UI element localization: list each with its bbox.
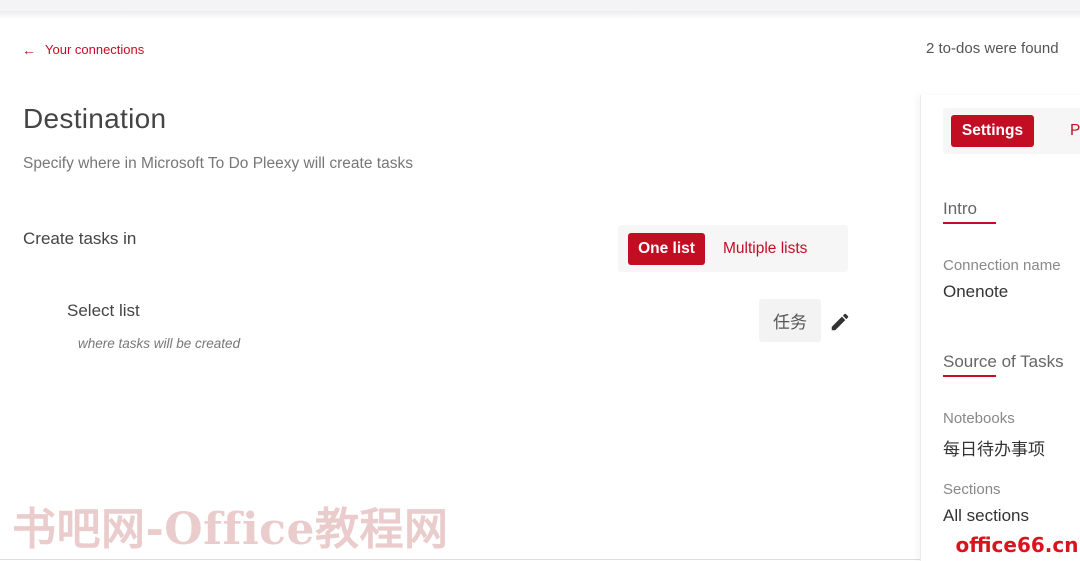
- list-mode-toggle: One list Multiple lists: [618, 225, 848, 272]
- page-subtitle: Specify where in Microsoft To Do Pleexy …: [23, 155, 413, 172]
- back-link-label: Your connections: [45, 42, 145, 57]
- pencil-icon[interactable]: [829, 311, 851, 333]
- create-tasks-in-label: Create tasks in: [23, 229, 137, 248]
- connection-name-label: Connection name: [943, 257, 1061, 274]
- watermark-text: 书吧网-Office教程网: [12, 504, 449, 555]
- arrow-left-icon: ←: [22, 41, 36, 58]
- tab-settings[interactable]: Settings: [951, 115, 1034, 147]
- tab-preview[interactable]: P: [1070, 115, 1080, 147]
- notebooks-label: Notebooks: [943, 410, 1015, 427]
- intro-underline: [943, 222, 996, 224]
- connection-name-value: Onenote: [943, 282, 1009, 301]
- intro-heading: Intro: [943, 199, 978, 218]
- page: ← Your connections 2 to-dos were found D…: [0, 0, 1080, 561]
- sections-value: All sections: [943, 506, 1029, 525]
- top-strip: [0, 0, 1080, 11]
- top-shadow: [0, 11, 1080, 19]
- selected-list-chip[interactable]: 任务: [759, 299, 821, 342]
- source-underline: [943, 375, 996, 377]
- sections-label: Sections: [943, 481, 1001, 498]
- todo-count-status: 2 to-dos were found: [926, 40, 1059, 57]
- source-of-tasks-heading: Source of Tasks: [943, 352, 1064, 371]
- page-title: Destination: [23, 103, 167, 134]
- one-list-button[interactable]: One list: [628, 233, 705, 265]
- panel-tabs: Settings P: [943, 108, 1080, 154]
- multiple-lists-button[interactable]: Multiple lists: [723, 233, 807, 265]
- back-to-connections-link[interactable]: ← Your connections: [22, 42, 144, 57]
- notebooks-value: 每日待办事项: [943, 440, 1045, 460]
- select-list-label: Select list: [67, 301, 140, 320]
- select-list-hint: where tasks will be created: [78, 336, 241, 351]
- bottom-divider: [0, 559, 920, 560]
